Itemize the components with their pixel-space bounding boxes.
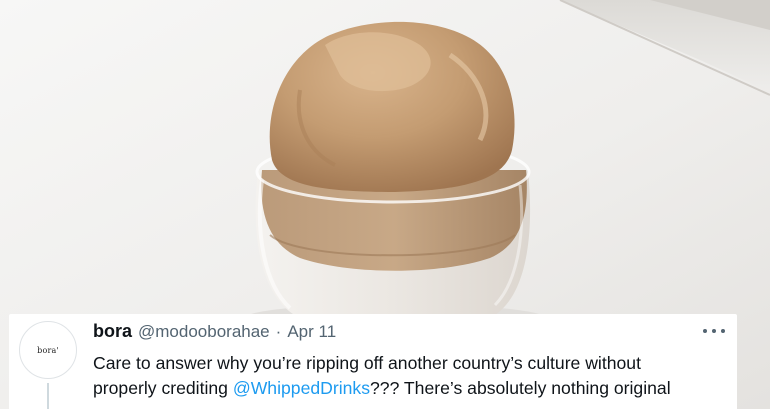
tweet-text-line-1: Care to answer why you’re ripping off an…: [93, 353, 641, 373]
mention-link[interactable]: @WhippedDrinks: [233, 378, 370, 398]
avatar[interactable]: bora': [19, 321, 77, 379]
avatar-logo-text: bora': [37, 345, 59, 355]
screenshot-frame: bora' bora @modooborahae · Apr 11 Care t…: [0, 0, 770, 409]
user-handle[interactable]: @modooborahae: [138, 322, 270, 342]
separator-dot: ·: [275, 322, 282, 341]
tweet-card[interactable]: bora' bora @modooborahae · Apr 11 Care t…: [9, 314, 737, 409]
display-name[interactable]: bora: [93, 321, 132, 342]
tweet-text-line-2-suffix: ??? There’s absolutely nothing original: [370, 378, 671, 398]
tweet-date[interactable]: Apr 11: [287, 322, 336, 342]
thread-line: [47, 383, 49, 409]
tweet-text-line-2-prefix: properly crediting: [93, 378, 233, 398]
more-horizontal-icon[interactable]: [703, 327, 725, 335]
tweet-text-line-2: properly crediting @WhippedDrinks??? The…: [93, 376, 733, 401]
tweet-text: Care to answer why you’re ripping off an…: [93, 351, 733, 401]
tweet-header: bora @modooborahae · Apr 11: [93, 321, 336, 343]
